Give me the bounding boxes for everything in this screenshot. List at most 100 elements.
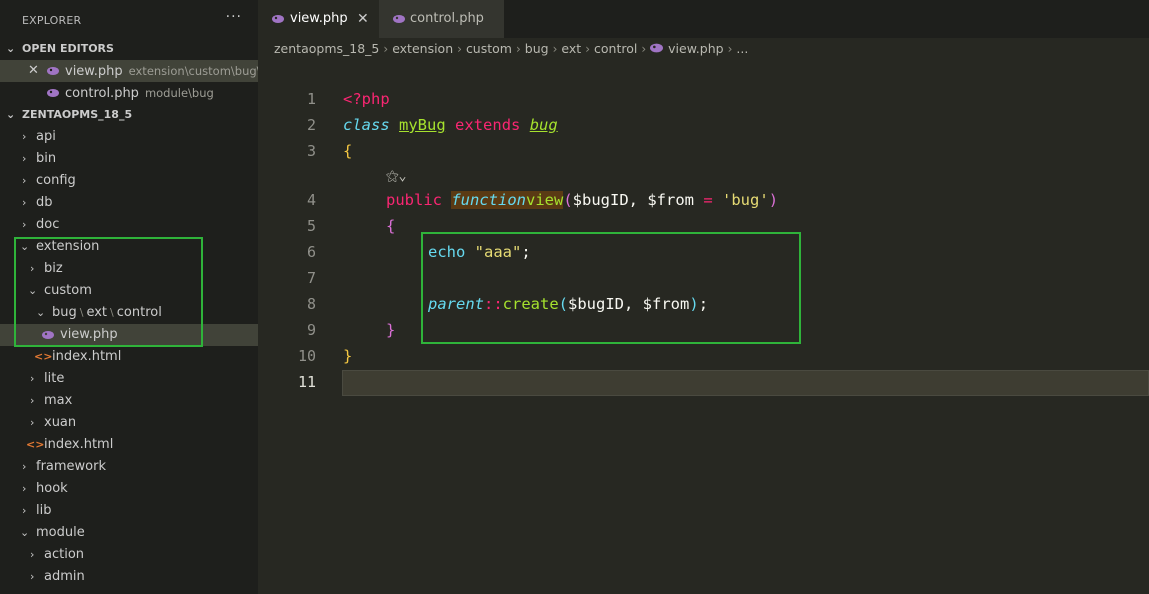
token-class-name: myBug [399,116,446,134]
code-line-2: class myBug extends bug [343,116,558,134]
breadcrumb-item[interactable]: custom [466,41,512,56]
code-line-3: { [343,142,352,160]
tree-folder-module[interactable]: ⌄ module [0,522,258,544]
tree-item-label: lite [44,371,65,386]
tree-item-label: admin [44,569,85,584]
breadcrumb-item[interactable]: ext [561,41,581,56]
tree-file-view-php[interactable]: view.php [0,324,258,346]
tree-folder-bug-ext-control[interactable]: ⌄ bug \ ext \ control [0,302,258,324]
code-editor[interactable]: 1 2 3 4 5 6 7 8 9 10 11 <?php class myBu… [258,60,1149,594]
chevron-right-icon: › [30,416,35,429]
token-semicolon: ; [698,295,709,313]
breadcrumb-item[interactable]: bug [525,41,549,56]
current-line-highlight [342,370,1149,396]
open-editor-path: extension\custom\bug\... [128,64,272,78]
tree-folder-biz[interactable]: › biz [0,258,258,280]
tree-folder-bin[interactable]: › bin [0,148,258,170]
token-function-name: view [526,191,564,209]
token-keyword: class [343,116,390,134]
tree-folder-action[interactable]: › action [0,544,258,566]
token-param: $from [647,191,704,209]
token-operator: :: [484,295,503,313]
tree-file-index-html[interactable]: <> index.html [0,346,258,368]
tab-label: view.php [290,11,348,26]
code-line-6: echo "aaa"; [428,243,531,261]
breadcrumb-item[interactable]: view.php [668,41,723,56]
chevron-down-icon: ⌄ [36,306,46,319]
more-actions-icon[interactable]: ··· [226,9,242,25]
tree-item-label: hook [36,481,68,496]
tree-folder-extension[interactable]: ⌄ extension [0,236,258,258]
line-number: 4 [306,191,316,209]
tree-folder-custom[interactable]: ⌄ custom [0,280,258,302]
chevron-right-icon: › [457,42,462,56]
open-editors-section[interactable]: ⌄ OPEN EDITORS [0,38,258,60]
code-line-5: { [386,217,395,235]
tree-folder-lite[interactable]: › lite [0,368,258,390]
tree-item-label: biz [44,261,63,276]
chevron-right-icon: › [22,196,27,209]
breadcrumb-item[interactable]: extension [392,41,453,56]
code-lens-icon[interactable]: ⚝⌄ [386,169,406,184]
chevron-down-icon: ⌄ [6,108,16,121]
tree-item-label: bin [36,151,57,166]
chevron-right-icon: › [30,548,35,561]
tree-folder-config[interactable]: › config [0,170,258,192]
breadcrumb-item[interactable]: control [594,41,637,56]
tree-item-label: xuan [44,415,77,430]
tree-folder-api[interactable]: › api [0,126,258,148]
html-file-icon: <> [34,350,53,363]
vscode-window: EXPLORER ··· ⌄ OPEN EDITORS ✕ view.php ex… [0,0,1149,594]
tree-item-label: api [36,129,56,144]
php-file-icon [650,43,664,53]
close-icon[interactable]: ✕ [357,0,369,38]
tree-folder-lib[interactable]: › lib [0,500,258,522]
php-file-icon [393,15,405,23]
tree-folder-hook[interactable]: › hook [0,478,258,500]
code-line-8: parent::create($bugID, $from); [428,295,708,313]
html-file-icon: <> [26,438,45,451]
project-section[interactable]: ⌄ ZENTAOPMS_18_5 [0,104,258,126]
line-number: 3 [306,142,316,160]
tree-item-label: db [36,195,53,210]
tree-item-label: index.html [44,437,114,452]
chevron-right-icon: › [585,42,590,56]
tab-bar: view.php ✕ control.php [258,0,1149,38]
chevron-right-icon: › [30,394,35,407]
chevron-right-icon: › [552,42,558,56]
tree-folder-xuan[interactable]: › xuan [0,412,258,434]
tree-file-index-html-2[interactable]: <> index.html [0,434,258,456]
path-separator: \ [79,306,84,319]
path-separator: \ [110,306,114,319]
tab-control-php[interactable]: control.php [379,0,504,38]
token-keyword: parent [428,295,484,313]
breadcrumb: zentaopms_18_5 › extension › custom › bug › ext ›… [258,38,1149,60]
path-segment-ext: ext [86,305,108,320]
chevron-right-icon: › [383,42,389,56]
tree-item-label: extension [36,239,100,254]
tree-folder-framework[interactable]: › framework [0,456,258,478]
tree-item-label: framework [36,459,107,474]
token-function-name: create [502,295,559,313]
chevron-right-icon: › [22,174,27,187]
path-segment-bug: bug [52,305,77,320]
tree-folder-max[interactable]: › max [0,390,258,412]
open-editor-view-php[interactable]: ✕ view.php extension\custom\bug\... [0,60,272,82]
close-icon[interactable]: ✕ [28,60,39,82]
tree-folder-db[interactable]: › db [0,192,258,214]
token-keyword: echo [428,243,466,261]
code-line-4: public functionview($bugID, $from = 'bug… [386,191,778,209]
breadcrumb-item[interactable]: zentaopms_18_5 [274,41,379,56]
tab-view-php[interactable]: view.php ✕ [258,0,379,38]
chevron-right-icon: › [30,262,35,275]
breadcrumb-item[interactable]: ... [736,41,748,56]
tree-folder-doc[interactable]: › doc [0,214,258,236]
tree-item-label: module [36,525,85,540]
chevron-down-icon: ⌄ [20,240,30,253]
chevron-right-icon: › [22,130,27,143]
line-number: 1 [306,90,316,108]
tree-folder-admin[interactable]: › admin [0,566,258,588]
open-editor-control-php[interactable]: control.php module\bug [0,82,258,104]
tree-item-label: index.html [52,349,122,364]
php-file-icon [272,15,284,23]
